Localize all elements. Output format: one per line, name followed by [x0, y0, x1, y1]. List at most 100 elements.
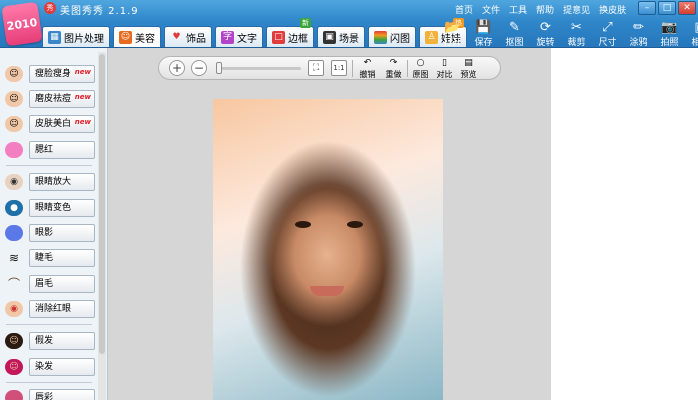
tab-scene[interactable]: ▣ 场景 — [317, 26, 365, 47]
zoom-slider-handle[interactable] — [216, 62, 222, 74]
eyebrow-icon: ⌒ — [7, 277, 20, 291]
tool-label: 涂鸦 — [629, 38, 648, 48]
effect-label: 眼影 — [35, 228, 54, 238]
preview-button[interactable]: ▤ 预览 — [457, 58, 480, 80]
effect-button[interactable]: 皮肤美白 new — [29, 115, 95, 133]
effect-button[interactable]: 眼影 — [29, 224, 95, 242]
menu-home[interactable]: 首页 — [455, 3, 473, 16]
menu-skin[interactable]: 换皮肤 — [599, 3, 626, 16]
resize-button[interactable]: ⤢ 尺寸 — [592, 20, 623, 48]
effect-hair-dye[interactable]: ☺ 染发 — [5, 357, 95, 377]
effect-label: 眼睛变色 — [35, 203, 72, 213]
tab-text[interactable]: 字 文字 — [215, 26, 263, 47]
tab-frame[interactable]: □ 边框 新 — [266, 18, 314, 47]
effect-button[interactable]: 眼睛放大 — [29, 173, 95, 191]
tool-label: 相框 — [691, 38, 698, 48]
effect-slim-face[interactable]: ☺ 瘦脸瘦身 new — [5, 64, 95, 84]
tab-label: 场景 — [339, 33, 359, 45]
minimize-button[interactable]: – — [638, 1, 656, 15]
effect-eyelash[interactable]: ≋ 睫毛 — [5, 248, 95, 268]
tab-image-edit[interactable]: ▦ 图片处理 — [42, 26, 110, 47]
effect-wig[interactable]: ☺ 假发 — [5, 331, 95, 351]
effect-button[interactable]: 假发 — [29, 332, 95, 350]
divider — [6, 324, 92, 325]
effect-whiten-skin[interactable]: ☺ 皮肤美白 new — [5, 114, 95, 134]
app-title: 美图秀秀 2.1.9 — [60, 6, 139, 17]
divider — [6, 165, 92, 166]
photo-eye-right — [347, 221, 363, 228]
lip-color-icon — [5, 390, 23, 400]
zoom-toolbar: + − ⛶ 1:1 ↶ 撤销 ↷ 重做 ○ 原图 ▯ 对比 ▤ 预览 — [158, 56, 501, 80]
zoom-slider[interactable] — [216, 62, 301, 74]
eye-color-icon: ● — [5, 200, 23, 216]
effect-label: 眉毛 — [35, 279, 54, 289]
effect-smooth-skin[interactable]: ☺ 磨皮祛痘 new — [5, 89, 95, 109]
compare-button[interactable]: ▯ 对比 — [433, 58, 456, 80]
hair-dye-icon: ☺ — [5, 359, 23, 375]
doodle-button[interactable]: ✏ 涂鸦 — [623, 20, 654, 48]
effect-button[interactable]: 瘦脸瘦身 new — [29, 65, 95, 83]
undo-button[interactable]: ↶ 撤销 — [356, 58, 379, 80]
redo-button[interactable]: ↷ 重做 — [382, 58, 405, 80]
cutout-button[interactable]: ✎ 抠图 — [499, 20, 530, 48]
effect-red-eye[interactable]: ◉ 消除红眼 — [5, 299, 95, 319]
maximize-button[interactable]: □ — [658, 1, 676, 15]
actual-size-icon[interactable]: 1:1 — [331, 60, 347, 76]
effect-button[interactable]: 染发 — [29, 358, 95, 376]
effect-button[interactable]: 唇彩 — [29, 389, 95, 400]
effect-blush[interactable]: 腮红 — [5, 140, 95, 160]
effect-button[interactable]: 眉毛 — [29, 275, 95, 293]
effect-label: 眼睛放大 — [35, 177, 72, 187]
panel-scrollbar[interactable] — [98, 52, 106, 400]
tool-label: 尺寸 — [598, 38, 617, 48]
menu-help[interactable]: 帮助 — [536, 3, 554, 16]
eyeshadow-icon — [5, 225, 23, 241]
window-controls: – □ ✕ — [638, 1, 696, 15]
wig-icon: ☺ — [5, 333, 23, 349]
tab-flash[interactable]: 闪图 — [368, 26, 416, 47]
redo-icon: ↷ — [389, 58, 398, 68]
undo-label: 撤销 — [359, 70, 376, 79]
effect-button[interactable]: 消除红眼 — [29, 300, 95, 318]
tab-label: 闪图 — [390, 33, 410, 45]
photo-lips — [310, 286, 344, 296]
effect-button[interactable]: 腮红 — [29, 141, 95, 159]
photo-frame-button[interactable]: ▣ 相框 — [685, 20, 698, 48]
tab-beauty[interactable]: ☺ 美容 — [113, 26, 161, 48]
effect-button[interactable]: 睫毛 — [29, 249, 95, 267]
scrollbar-thumb[interactable] — [99, 54, 105, 354]
enlarge-eyes-icon: ◉ — [5, 174, 23, 190]
fit-screen-icon[interactable]: ⛶ — [308, 60, 324, 76]
camera-button[interactable]: 📷 拍照 — [654, 20, 685, 48]
zoom-out-icon[interactable]: − — [191, 60, 207, 76]
tab-label: 文字 — [237, 33, 257, 45]
new-badge: 新 — [300, 18, 311, 28]
effect-eye-color[interactable]: ● 眼睛变色 — [5, 198, 95, 218]
rotate-button[interactable]: ⟳ 旋转 — [530, 20, 561, 48]
tab-accessories[interactable]: ♥ 饰品 — [164, 26, 212, 47]
effect-enlarge-eyes[interactable]: ◉ 眼睛放大 — [5, 172, 95, 192]
effect-label: 皮肤美白 — [35, 119, 72, 129]
effect-eyebrow[interactable]: ⌒ 眉毛 — [5, 274, 95, 294]
crop-button[interactable]: ✂ 裁剪 — [561, 20, 592, 48]
separator — [407, 60, 408, 77]
app-icon: 秀 — [44, 2, 56, 14]
effect-lip-color[interactable]: 唇彩 — [5, 388, 95, 400]
menu-file[interactable]: 文件 — [482, 3, 500, 16]
effect-button[interactable]: 磨皮祛痘 new — [29, 90, 95, 108]
new-badge: new — [74, 118, 91, 126]
original-button[interactable]: ○ 原图 — [409, 58, 432, 80]
open-button[interactable]: 📂 打开 — [437, 20, 468, 48]
eyelash-icon: ≋ — [8, 251, 20, 265]
effect-label: 染发 — [35, 362, 54, 372]
menu-tools[interactable]: 工具 — [509, 3, 527, 16]
menu-feedback[interactable]: 提意见 — [563, 3, 590, 16]
tool-label: 拍照 — [660, 38, 679, 48]
effect-button[interactable]: 眼睛变色 — [29, 199, 95, 217]
edited-photo[interactable] — [213, 99, 443, 400]
save-button[interactable]: 💾 保存 — [468, 20, 499, 48]
face-icon: ☺ — [119, 31, 132, 44]
close-button[interactable]: ✕ — [678, 1, 696, 15]
zoom-in-icon[interactable]: + — [169, 60, 185, 76]
effect-eyeshadow[interactable]: 眼影 — [5, 223, 95, 243]
